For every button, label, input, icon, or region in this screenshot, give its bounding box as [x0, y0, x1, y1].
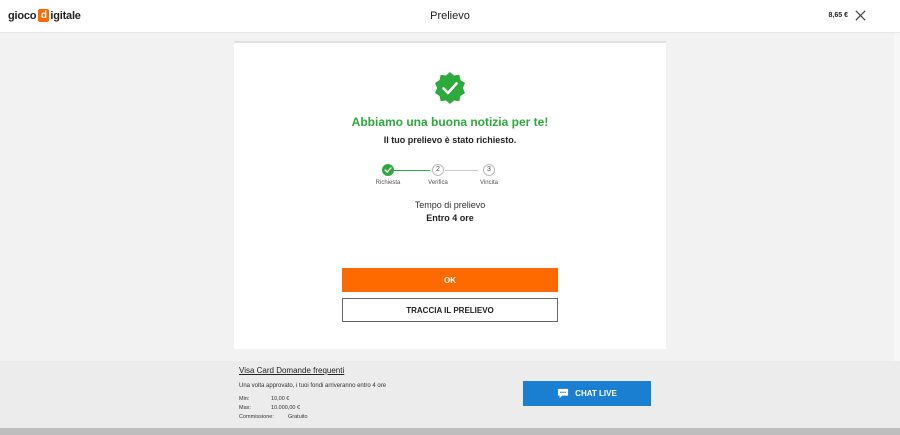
withdrawal-time-label: Tempo di prelievo — [414, 200, 486, 210]
fee-value: Gratuito — [288, 414, 308, 420]
step-number: 3 — [483, 164, 495, 176]
step-verification: 2 Verifica — [418, 164, 458, 186]
max-row: Max: 10.000,00 € — [239, 404, 308, 413]
confirmation-card: Abbiamo una buona notizia per te! Il tuo… — [234, 41, 666, 349]
min-value: 10,00 € — [271, 396, 290, 402]
chat-live-button[interactable]: CHAT LIVE — [523, 381, 651, 406]
close-icon[interactable] — [854, 9, 867, 22]
ok-button[interactable]: OK — [342, 268, 558, 292]
step-check-icon — [382, 164, 394, 176]
fee-label: Commissione: — [239, 414, 274, 420]
success-subline: Il tuo prelievo è stato richiesto. — [383, 135, 517, 145]
min-label: Min: — [239, 396, 250, 402]
step-requested: Richiesta — [368, 164, 408, 186]
track-withdrawal-button[interactable]: TRACCIA IL PRELIEVO — [342, 298, 558, 322]
approval-info-text: Una volta approvato, i tuoi fondi arrive… — [239, 383, 387, 389]
limits-list: Min: 10,00 € Max: 10.000,00 € Commissione:… — [239, 395, 308, 422]
step-number: 2 — [432, 164, 444, 176]
max-value: 10.000,00 € — [271, 405, 301, 411]
fee-row: Commissione: Gratuito — [239, 413, 308, 422]
step-label: Richiesta — [375, 180, 401, 186]
chat-bubble-icon — [558, 388, 569, 399]
chat-live-label: CHAT LIVE — [575, 389, 617, 398]
bottom-scrollbar[interactable] — [0, 428, 900, 435]
success-headline: Abbiamo una buona notizia per te! — [351, 115, 549, 129]
step-label: Vincita — [480, 180, 498, 186]
verified-check-badge-icon — [435, 72, 465, 104]
max-label: Max: — [239, 405, 251, 411]
info-footer: Visa Card Domande frequenti Una volta ap… — [0, 361, 900, 428]
step-label: Verifica — [428, 180, 448, 186]
min-row: Min: 10,00 € — [239, 395, 308, 404]
faq-link[interactable]: Visa Card Domande frequenti — [239, 366, 344, 375]
step-winnings: 3 Vincita — [469, 164, 509, 186]
scrollbar-track[interactable] — [894, 33, 900, 363]
withdrawal-time-value: Entro 4 ore — [426, 213, 474, 223]
progress-steps: Richiesta 2 Verifica 3 Vincita — [374, 164, 524, 194]
page-title: Prelievo — [430, 10, 470, 22]
balance-amount: 8,65 € — [828, 12, 848, 19]
top-bar: gioco d igitale Prelievo 8,65 € — [0, 0, 900, 33]
